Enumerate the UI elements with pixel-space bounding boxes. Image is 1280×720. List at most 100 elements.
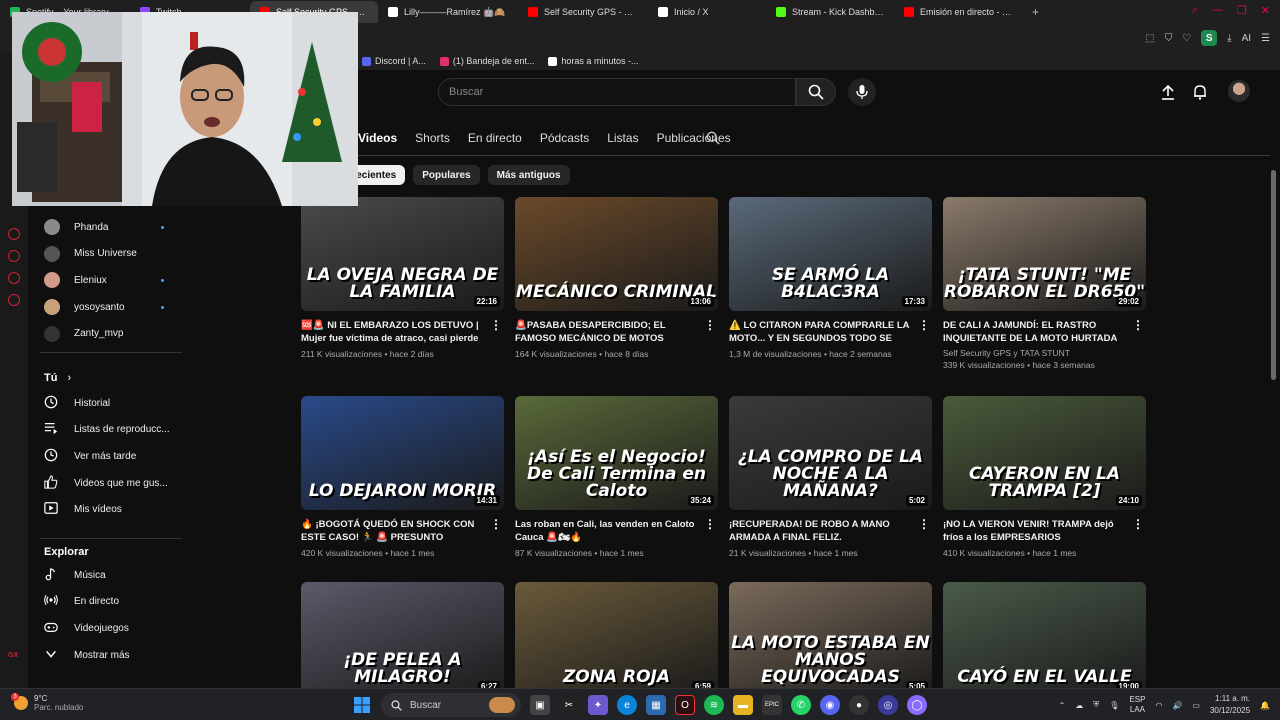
- more-actions-icon[interactable]: ⋮: [918, 319, 930, 331]
- sidebar-item-watch-later[interactable]: Ver más tarde: [44, 445, 174, 467]
- clock[interactable]: 1:11 a. m. 30/12/2025: [1210, 693, 1250, 717]
- video-title[interactable]: 🔥 ¡BOGOTÁ QUEDÓ EN SHOCK CON ESTE CASO! …: [301, 518, 488, 544]
- discord-icon[interactable]: ◉: [820, 695, 840, 715]
- sidebar-item-playlists[interactable]: Listas de reproducc...: [44, 419, 174, 441]
- language-indicator[interactable]: ESP LAA: [1129, 695, 1145, 715]
- heart-icon[interactable]: ♡: [1182, 33, 1191, 44]
- sidebar-item-like[interactable]: Videos que me gus...: [44, 472, 174, 494]
- kick-icon[interactable]: GX: [8, 652, 18, 659]
- channel-search-icon[interactable]: [706, 131, 720, 150]
- video-channel[interactable]: Self Security GPS y TATA STUNT: [943, 348, 1130, 358]
- new-tab-icon[interactable]: +: [1024, 5, 1047, 19]
- subscription-item[interactable]: Miss Universe: [44, 243, 164, 265]
- shield-icon[interactable]: ⛉: [1165, 33, 1173, 44]
- video-title[interactable]: ¡NO LA VIERON VENIR! TRAMPA dejó fríos a…: [943, 518, 1130, 544]
- video-title[interactable]: ¡RECUPERADA! DE ROBO A MANO ARMADA A FIN…: [729, 518, 916, 544]
- task-view-icon[interactable]: ▣: [530, 695, 550, 715]
- subscription-item[interactable]: Phanda: [44, 216, 164, 238]
- sidebar-app-icon[interactable]: [8, 228, 20, 240]
- notifications-icon[interactable]: 🔔: [1260, 701, 1270, 710]
- you-section-title[interactable]: Tú ›: [44, 372, 71, 384]
- subscription-item[interactable]: Eleniux: [44, 269, 164, 291]
- app-icon[interactable]: ◯: [907, 695, 927, 715]
- browser-tab[interactable]: Self Security GPS - YouTu: [518, 1, 648, 23]
- tab-1[interactable]: Shorts: [415, 131, 450, 145]
- search-tabs-icon[interactable]: ⌕: [1192, 4, 1198, 17]
- video-thumbnail[interactable]: ¡DE PELEA A MILAGRO! 6:27: [301, 582, 504, 696]
- video-card[interactable]: ¡DE PELEA A MILAGRO! 6:27: [301, 582, 504, 696]
- capcut-icon[interactable]: ✂: [559, 695, 579, 715]
- tab-0[interactable]: Videos: [358, 131, 397, 145]
- sidebar-app-icon[interactable]: [8, 250, 20, 262]
- account-avatar[interactable]: [1228, 80, 1250, 102]
- menu-icon[interactable]: ☰: [1261, 33, 1270, 44]
- more-actions-icon[interactable]: ⋮: [490, 518, 502, 530]
- opera-gx-icon[interactable]: O: [675, 695, 695, 715]
- more-actions-icon[interactable]: ⋮: [1132, 518, 1144, 530]
- video-card[interactable]: ¡Así Es el Negocio! De Cali Termina en C…: [515, 396, 718, 558]
- mic-tray-icon[interactable]: 🎙: [1109, 701, 1119, 710]
- video-thumbnail[interactable]: LA OVEJA NEGRA DE LA FAMILIA 22:16: [301, 197, 504, 311]
- more-actions-icon[interactable]: ⋮: [1132, 319, 1144, 331]
- windows-start-icon[interactable]: [352, 695, 372, 715]
- filter-chip[interactable]: Más antiguos: [487, 165, 570, 185]
- upload-icon[interactable]: [1158, 82, 1178, 102]
- video-title[interactable]: DE CALI A JAMUNDÍ: EL RASTRO INQUIETANTE…: [943, 319, 1130, 345]
- sidebar-app-icon[interactable]: [8, 272, 20, 284]
- tab-4[interactable]: Listas: [607, 131, 638, 145]
- video-title[interactable]: Las roban en Cali, las venden en Caloto …: [515, 518, 702, 544]
- video-card[interactable]: ZONA ROJA 6:59: [515, 582, 718, 696]
- security-icon[interactable]: ⛨: [1093, 700, 1099, 710]
- browser-tab[interactable]: Stream - Kick Dashboard: [766, 1, 894, 23]
- epic-games-icon[interactable]: EPIC: [762, 695, 782, 715]
- screenshot-icon[interactable]: ⬚: [1145, 33, 1154, 44]
- edge-icon[interactable]: e: [617, 695, 637, 715]
- profile-button[interactable]: S: [1201, 30, 1218, 46]
- whatsapp-icon[interactable]: ✆: [791, 695, 811, 715]
- video-thumbnail[interactable]: ¡TATA STUNT! "ME ROBARON EL DR650" 29:02: [943, 197, 1146, 311]
- search-button[interactable]: [796, 78, 836, 106]
- maximize-icon[interactable]: ❐: [1237, 4, 1247, 17]
- tab-3[interactable]: Pódcasts: [540, 131, 589, 145]
- onedrive-icon[interactable]: ☁: [1075, 701, 1083, 710]
- sidebar-item-chevron-down[interactable]: Mostrar más: [44, 644, 174, 666]
- video-thumbnail[interactable]: LA MOTO ESTABA EN MANOS EQUIVOCADAS 5:05: [729, 582, 932, 696]
- video-thumbnail[interactable]: MECÁNICO CRIMINAL 13:06: [515, 197, 718, 311]
- video-card[interactable]: LO DEJARON MORIR 14:31 🔥 ¡BOGOTÁ QUEDÓ EN …: [301, 396, 504, 558]
- video-thumbnail[interactable]: CAYERON EN LA TRAMPA [2] 24:10: [943, 396, 1146, 510]
- video-card[interactable]: CAYÓ EN EL VALLE 19:00: [943, 582, 1146, 696]
- battery-icon[interactable]: ▭: [1192, 701, 1200, 710]
- bookmark-item[interactable]: (1) Bandeja de ent...: [439, 56, 534, 66]
- sidebar-item-my-videos[interactable]: Mis vídeos: [44, 499, 174, 521]
- video-thumbnail[interactable]: CAYÓ EN EL VALLE 19:00: [943, 582, 1146, 696]
- sidebar-item-live[interactable]: En directo: [44, 591, 174, 613]
- video-card[interactable]: LA MOTO ESTABA EN MANOS EQUIVOCADAS 5:05: [729, 582, 932, 696]
- bookmark-item[interactable]: horas a minutos -...: [548, 56, 638, 66]
- more-actions-icon[interactable]: ⋮: [704, 518, 716, 530]
- notifications-bell-icon[interactable]: [1190, 82, 1210, 102]
- video-thumbnail[interactable]: ZONA ROJA 6:59: [515, 582, 718, 696]
- bookmark-item[interactable]: Discord | A...: [362, 56, 426, 66]
- video-card[interactable]: MECÁNICO CRIMINAL 13:06 🚨PASABA DESAPERCIB…: [515, 197, 718, 359]
- app-icon[interactable]: ◎: [878, 695, 898, 715]
- spotify-icon[interactable]: ≋: [704, 695, 724, 715]
- download-icon[interactable]: ⤓: [1227, 33, 1231, 44]
- taskbar-search[interactable]: Buscar: [381, 693, 521, 717]
- close-icon[interactable]: ✕: [1261, 4, 1270, 17]
- show-hidden-icons[interactable]: ⌃: [1059, 701, 1066, 710]
- sidebar-item-history[interactable]: Historial: [44, 392, 174, 414]
- store-icon[interactable]: ▦: [646, 695, 666, 715]
- sidebar-item-music[interactable]: Música: [44, 564, 174, 586]
- tab-2[interactable]: En directo: [468, 131, 522, 145]
- video-title[interactable]: 🆘🚨 NI EL EMBARAZO LOS DETUVO | Mujer fue…: [301, 319, 488, 345]
- video-thumbnail[interactable]: LO DEJARON MORIR 14:31: [301, 396, 504, 510]
- sidebar-item-gaming[interactable]: Videojuegos: [44, 617, 174, 639]
- more-actions-icon[interactable]: ⋮: [704, 319, 716, 331]
- volume-icon[interactable]: 🔊: [1172, 701, 1182, 710]
- video-card[interactable]: LA OVEJA NEGRA DE LA FAMILIA 22:16 🆘🚨 NI E…: [301, 197, 504, 359]
- video-title[interactable]: 🚨PASABA DESAPERCIBIDO; EL FAMOSO MECÁNIC…: [515, 319, 702, 345]
- file-explorer-icon[interactable]: ▬: [733, 695, 753, 715]
- video-title[interactable]: ⚠️ LO CITARON PARA COMPRARLE LA MOTO... …: [729, 319, 916, 345]
- ai-button[interactable]: AI: [1242, 33, 1251, 44]
- browser-tab[interactable]: Emisión en directo - YouTu: [894, 1, 1024, 23]
